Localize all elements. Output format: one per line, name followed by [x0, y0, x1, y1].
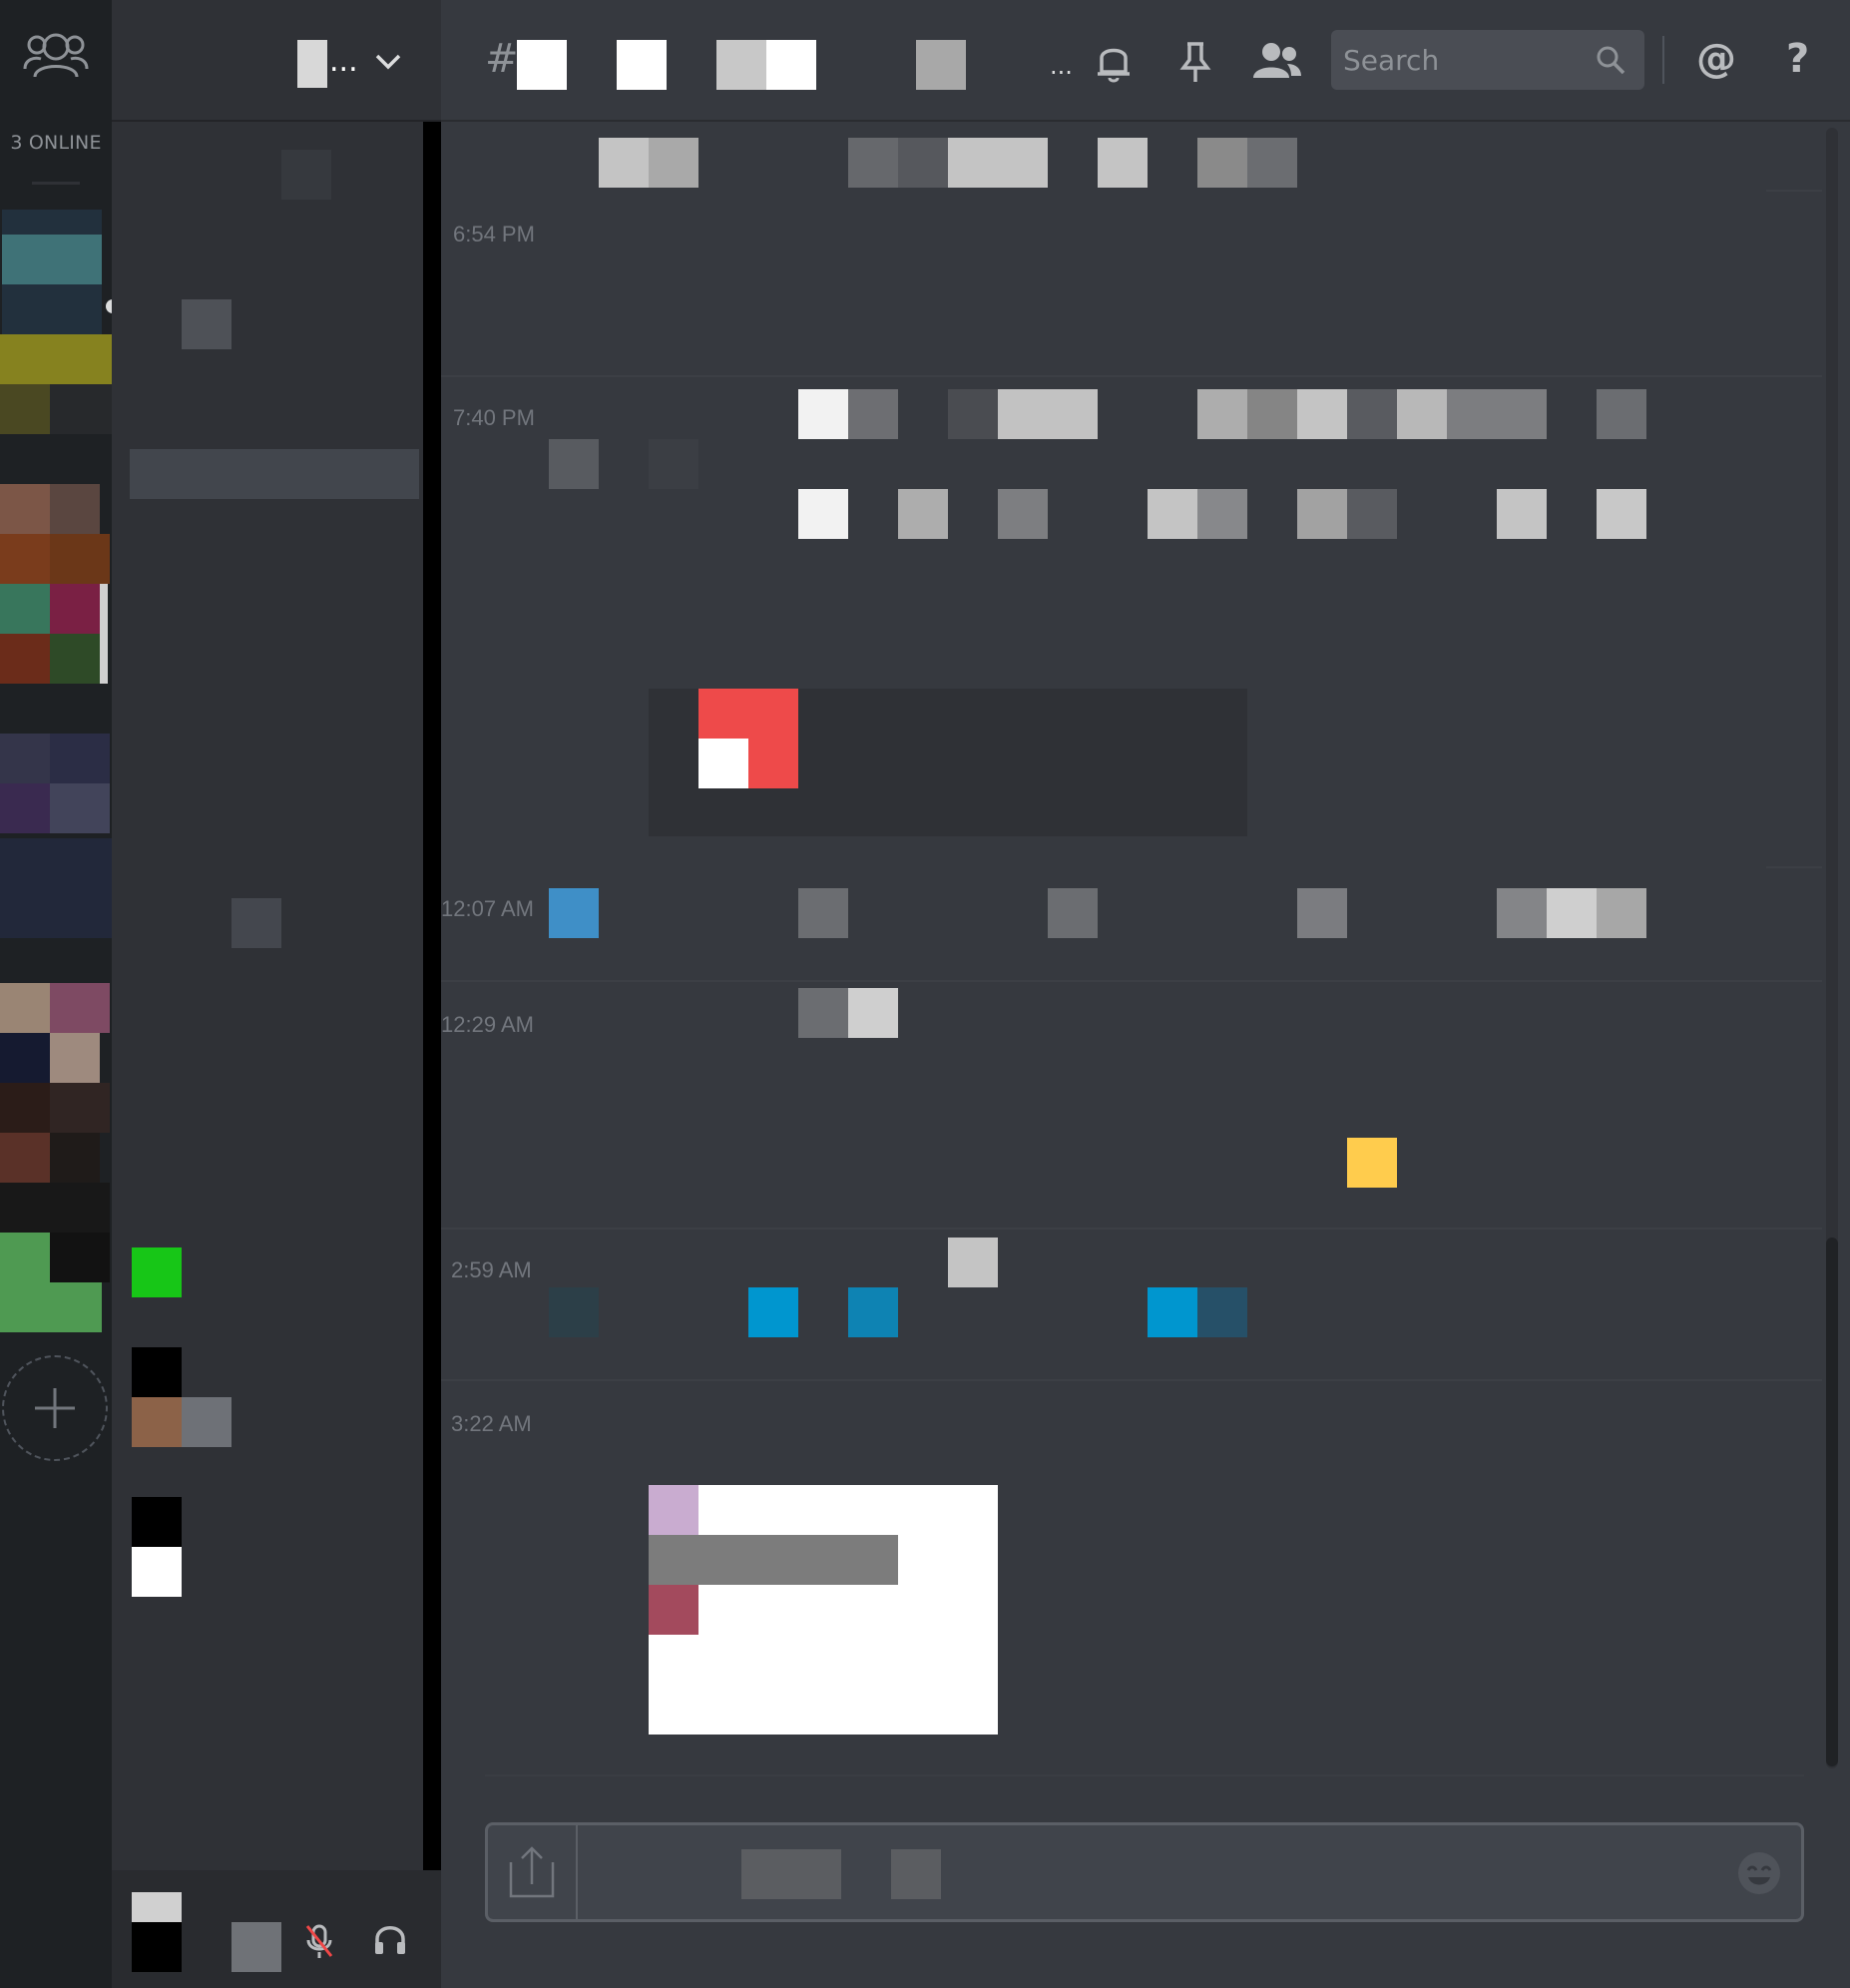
server-name-ellipsis: ... — [329, 44, 358, 79]
message-divider — [441, 1228, 1822, 1230]
headphones-icon[interactable] — [373, 1922, 407, 1956]
add-server-button[interactable] — [2, 1355, 108, 1461]
channel-name — [517, 40, 766, 90]
message-divider — [441, 375, 1822, 377]
message-text — [948, 1238, 998, 1287]
server-icon[interactable] — [0, 838, 112, 938]
sidebar-scrollbar[interactable] — [423, 122, 441, 1870]
message-text — [798, 389, 1646, 539]
help-button[interactable]: ? — [1786, 36, 1809, 82]
message-divider — [441, 1379, 1822, 1381]
channel-item[interactable] — [231, 898, 281, 948]
upload-button[interactable] — [488, 1825, 578, 1919]
server-icon[interactable] — [0, 1183, 112, 1332]
channel-item[interactable] — [281, 150, 331, 200]
message-divider — [485, 1774, 1804, 1776]
server-icon[interactable] — [0, 334, 112, 434]
timestamp: 6:54 PM — [453, 222, 535, 247]
friends-icon — [23, 33, 89, 78]
search-box[interactable] — [1331, 30, 1644, 90]
message-scrollbar-thumb[interactable] — [1826, 1238, 1838, 1766]
server-icon[interactable] — [0, 484, 112, 684]
voice-user-status — [132, 1247, 182, 1297]
rail-divider — [32, 182, 80, 185]
voice-user[interactable] — [132, 1347, 231, 1447]
timestamp: 7:40 PM — [453, 405, 535, 430]
plus-icon — [35, 1388, 75, 1428]
embed-card[interactable] — [649, 689, 1247, 836]
message-divider — [1766, 190, 1822, 192]
avatar[interactable] — [132, 1892, 182, 1972]
topic-ellipsis: ... — [1050, 52, 1073, 80]
search-icon[interactable] — [1595, 44, 1626, 76]
mic-muted-icon[interactable] — [303, 1922, 335, 1962]
message-links[interactable] — [748, 1287, 1247, 1337]
avatar[interactable] — [549, 888, 599, 938]
server-name — [297, 40, 327, 88]
voice-user[interactable] — [132, 1497, 182, 1597]
message-input-text — [891, 1849, 941, 1899]
emoji-reaction[interactable] — [1347, 1138, 1397, 1188]
avatar[interactable] — [549, 1287, 599, 1337]
message-text — [798, 988, 898, 1038]
server-icon[interactable] — [0, 983, 112, 1183]
server-icon[interactable] — [0, 734, 112, 833]
username — [649, 439, 698, 489]
toolbar-divider — [1662, 36, 1664, 84]
timestamp: 12:29 AM — [441, 1012, 534, 1037]
message-text — [798, 888, 1646, 938]
timestamp: 3:22 AM — [451, 1411, 532, 1436]
message-divider — [441, 980, 1822, 982]
channel-name-tail — [766, 40, 816, 90]
message-composer[interactable] — [485, 1822, 1804, 1922]
bell-icon[interactable] — [1094, 40, 1134, 84]
channel-sidebar — [112, 0, 441, 1988]
upload-icon — [509, 1846, 555, 1898]
message-input[interactable] — [741, 1849, 841, 1899]
pin-icon[interactable] — [1177, 40, 1213, 84]
message-text — [599, 138, 1297, 188]
online-count: 3 ONLINE — [10, 132, 102, 154]
friends-button[interactable] — [0, 0, 112, 110]
members-icon[interactable] — [1251, 40, 1303, 82]
embed-thumbnail — [698, 689, 798, 788]
server-icon[interactable] — [2, 210, 102, 334]
timestamp: 12:07 AM — [441, 896, 534, 921]
channel-item-selected[interactable] — [130, 449, 419, 499]
message-text-clipped — [559, 100, 1676, 120]
message-divider — [1766, 866, 1822, 868]
mentions-button[interactable]: @ — [1696, 36, 1736, 82]
username — [231, 1922, 281, 1972]
timestamp: 2:59 AM — [451, 1257, 532, 1282]
avatar[interactable] — [549, 439, 599, 489]
channel-topic — [916, 40, 966, 90]
server-header[interactable]: ... — [112, 0, 441, 122]
image-attachment[interactable] — [649, 1485, 998, 1735]
channel-hash: # — [485, 36, 519, 82]
chevron-down-icon[interactable] — [373, 50, 403, 72]
channel-item[interactable] — [182, 299, 231, 349]
search-input[interactable] — [1343, 30, 1583, 90]
user-panel — [112, 1870, 441, 1988]
emoji-icon[interactable] — [1735, 1849, 1783, 1897]
